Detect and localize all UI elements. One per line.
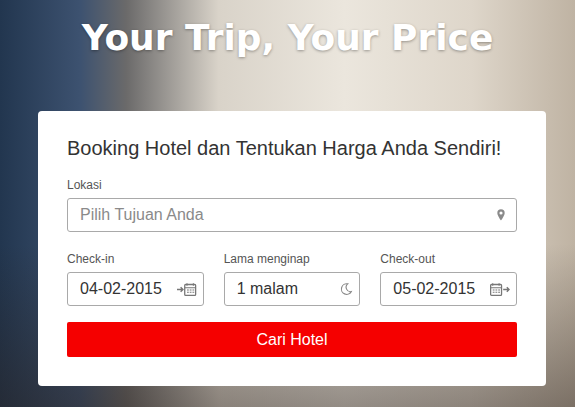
field-label: Check-in	[67, 252, 204, 266]
nights-field[interactable]: 1 malam	[224, 272, 361, 306]
location-input[interactable]: Pilih Tujuan Anda	[67, 198, 517, 232]
field-label: Check-out	[380, 252, 517, 266]
field-value: 04-02-2015	[80, 280, 162, 298]
form-heading: Booking Hotel dan Tentukan Harga Anda Se…	[67, 136, 541, 160]
map-pin-icon	[494, 208, 508, 222]
field-value: 1 malam	[237, 280, 298, 298]
calendar-out-icon	[490, 282, 510, 297]
field-label: Lama menginap	[224, 252, 361, 266]
date-column: Lama menginap 1 malam	[224, 252, 361, 306]
hotel-search-page: Your Trip, Your Price Booking Hotel dan T…	[0, 0, 575, 407]
search-button[interactable]: Cari Hotel	[67, 322, 517, 357]
checkout-field[interactable]: 05-02-2015	[380, 272, 517, 306]
search-card: Booking Hotel dan Tentukan Harga Anda Se…	[38, 111, 546, 386]
hero: Your Trip, Your Price	[0, 0, 575, 111]
date-row: Check-in 04-02-2015 Lama menginap 1 malam Ch…	[67, 252, 517, 306]
checkin-field[interactable]: 04-02-2015	[67, 272, 204, 306]
moon-icon	[339, 282, 353, 296]
hero-title: Your Trip, Your Price	[82, 12, 494, 111]
date-column: Check-out 05-02-2015	[380, 252, 517, 306]
date-column: Check-in 04-02-2015	[67, 252, 204, 306]
field-value: 05-02-2015	[393, 280, 475, 298]
calendar-in-icon	[177, 282, 197, 297]
location-placeholder: Pilih Tujuan Anda	[80, 206, 204, 224]
location-label: Lokasi	[67, 178, 517, 192]
